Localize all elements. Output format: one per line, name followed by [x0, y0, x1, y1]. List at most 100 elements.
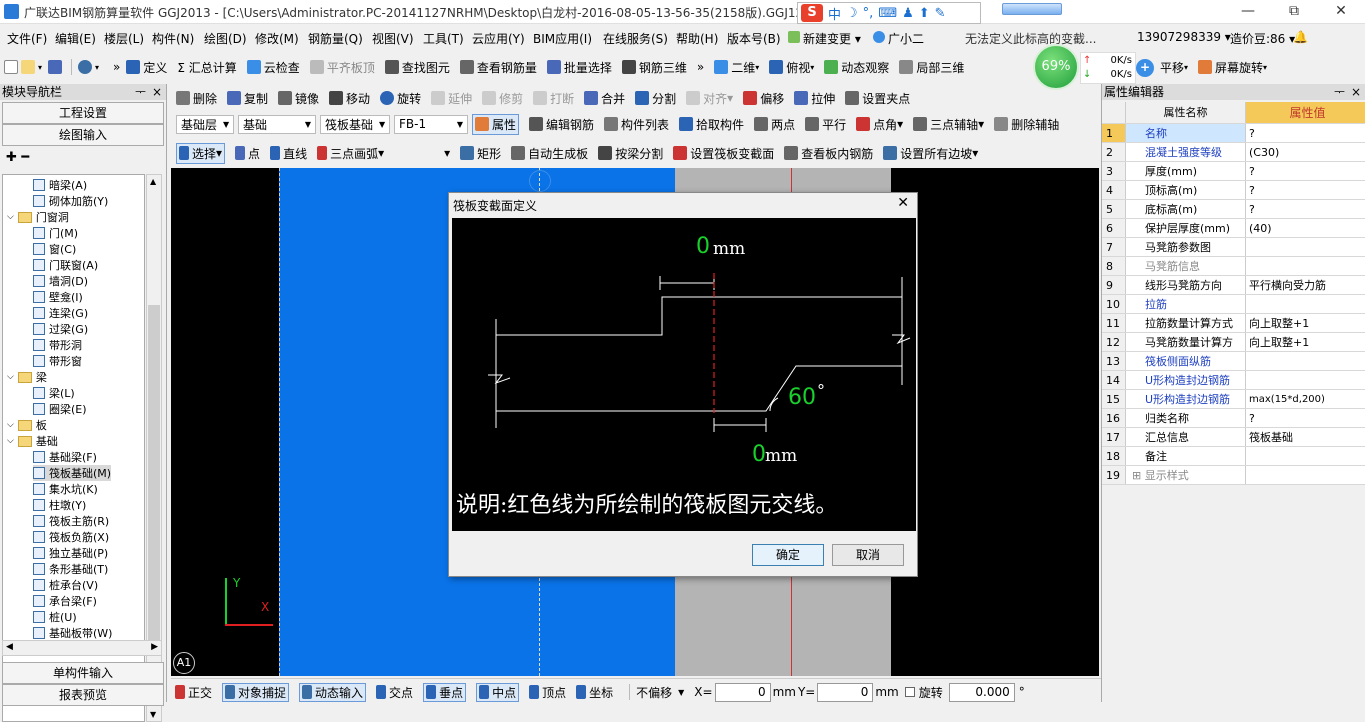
- property-value[interactable]: ?: [1246, 409, 1365, 427]
- set-raft-section-button[interactable]: 设置筏板变截面: [673, 145, 774, 162]
- stretch-button[interactable]: 拉伸: [794, 90, 835, 107]
- tree-item[interactable]: 窗(C): [33, 241, 76, 257]
- property-row[interactable]: 13 筏板侧面纵筋: [1102, 352, 1365, 371]
- wrench-icon[interactable]: ✎: [935, 6, 946, 21]
- property-value[interactable]: ?: [1246, 124, 1365, 142]
- property-row[interactable]: 17 汇总信息 筏板基础: [1102, 428, 1365, 447]
- delete-axis-button[interactable]: 删除辅轴: [994, 116, 1059, 133]
- new-file-icon[interactable]: [4, 60, 18, 74]
- tree-folder[interactable]: ⌵ 梁: [7, 369, 47, 385]
- speed-ball[interactable]: 69%: [1033, 44, 1079, 90]
- property-value[interactable]: 向上取整+1: [1246, 333, 1365, 351]
- merge-button[interactable]: 合并: [584, 90, 625, 107]
- property-row[interactable]: 2 混凝土强度等级 (C30): [1102, 143, 1365, 162]
- type-select[interactable]: 筏板基础 ▼: [320, 114, 390, 134]
- dynamic-input-toggle[interactable]: 动态输入: [299, 682, 367, 702]
- align-dropdown[interactable]: 对齐 ▾: [686, 90, 733, 107]
- rectangle-button[interactable]: 矩形: [460, 145, 501, 162]
- property-row[interactable]: 15 U形构造封边钢筋 max(15*d,200): [1102, 390, 1365, 409]
- close-button[interactable]: ✕: [1318, 0, 1364, 24]
- moon-icon[interactable]: ☽: [846, 6, 858, 21]
- tree-item[interactable]: 连梁(G): [33, 305, 88, 321]
- split-button[interactable]: 分割: [635, 90, 676, 107]
- punctuation-icon[interactable]: °,: [863, 6, 874, 21]
- ortho-toggle[interactable]: 正交: [175, 684, 212, 701]
- tree-item[interactable]: 承台梁(F): [33, 593, 97, 609]
- top-dimension-value[interactable]: 0: [696, 234, 710, 259]
- property-row[interactable]: 19 ⊞ 显示样式: [1102, 466, 1365, 485]
- tree-item[interactable]: 门联窗(A): [33, 257, 98, 273]
- break-button[interactable]: 打断: [533, 90, 574, 107]
- property-row[interactable]: 16 归类名称?: [1102, 409, 1365, 428]
- single-component-button[interactable]: 单构件输入: [2, 662, 164, 684]
- tree-item[interactable]: 暗梁(A): [33, 177, 87, 193]
- tree-item[interactable]: 独立基础(P): [33, 545, 108, 561]
- two-points-button[interactable]: 两点: [754, 116, 795, 133]
- menu-version[interactable]: 版本号(B): [727, 30, 781, 47]
- report-preview-button[interactable]: 报表预览: [2, 684, 164, 706]
- property-value[interactable]: [1246, 238, 1365, 256]
- floor-select[interactable]: 基础层 ▼: [176, 114, 234, 134]
- view-2d-dropdown[interactable]: 二维 ▾: [714, 59, 759, 76]
- angle-value[interactable]: 60: [788, 385, 816, 410]
- view-slab-rebar-button[interactable]: 查看板内钢筋: [784, 145, 873, 162]
- tree-item[interactable]: 筏板主筋(R): [33, 513, 109, 529]
- offset-button[interactable]: 偏移: [743, 90, 784, 107]
- property-value[interactable]: 平行横向受力筋: [1246, 276, 1365, 294]
- vertex-toggle[interactable]: 顶点: [529, 684, 566, 701]
- pan-dropdown[interactable]: 平移 ▾: [1160, 59, 1188, 76]
- panel-close-icon[interactable]: ×: [152, 84, 162, 100]
- ime-chinese-mode[interactable]: 中: [828, 4, 841, 23]
- menu-new-change[interactable]: 新建变更 ▾: [788, 30, 861, 47]
- notice-text[interactable]: 无法定义此标高的变截...: [965, 30, 1096, 47]
- screen-rotate-dropdown[interactable]: 屏幕旋转 ▾: [1198, 59, 1267, 76]
- menu-cloud[interactable]: 云应用(Y): [472, 30, 525, 47]
- property-value[interactable]: [1246, 257, 1365, 275]
- property-value[interactable]: ?: [1246, 162, 1365, 180]
- extend-button[interactable]: 延伸: [431, 90, 472, 107]
- menu-tools[interactable]: 工具(T): [423, 30, 464, 47]
- dynamic-observe-button[interactable]: 动态观察: [824, 59, 889, 76]
- restore-button[interactable]: ⧉: [1271, 0, 1317, 24]
- tree-item[interactable]: 门(M): [33, 225, 78, 241]
- menu-edit[interactable]: 编辑(E): [55, 30, 96, 47]
- cost-beans-dropdown[interactable]: 造价豆:86 ▾: [1230, 30, 1295, 47]
- intersection-toggle[interactable]: 交点: [376, 684, 413, 701]
- tree-item[interactable]: 柱墩(Y): [33, 497, 86, 513]
- component-select[interactable]: FB-1 ▼: [394, 114, 468, 134]
- property-value[interactable]: [1246, 466, 1365, 484]
- property-value[interactable]: [1246, 371, 1365, 389]
- property-value[interactable]: [1246, 295, 1365, 313]
- property-row[interactable]: 8 马凳筋信息: [1102, 257, 1365, 276]
- line-button[interactable]: 直线: [270, 145, 307, 162]
- property-row[interactable]: 11 拉筋数量计算方式 向上取整+1: [1102, 314, 1365, 333]
- keyboard-icon[interactable]: ⌨: [878, 6, 897, 21]
- trim-button[interactable]: 修剪: [482, 90, 523, 107]
- tree-item[interactable]: 带形洞: [33, 337, 82, 353]
- coordinate-toggle[interactable]: 坐标: [576, 684, 613, 701]
- property-row[interactable]: 3 厚度(mm)?: [1102, 162, 1365, 181]
- property-value[interactable]: 向上取整+1: [1246, 314, 1365, 332]
- object-snap-toggle[interactable]: 对象捕捉: [222, 682, 290, 702]
- tree-item[interactable]: 梁(L): [33, 385, 75, 401]
- property-row[interactable]: 9 线形马凳筋方向 平行横向受力筋: [1102, 276, 1365, 295]
- summary-calc-button[interactable]: Σ 汇总计算: [177, 59, 236, 76]
- rotate-checkbox[interactable]: [904, 687, 915, 697]
- split-by-beam-button[interactable]: 按梁分割: [598, 145, 663, 162]
- tree-item[interactable]: 砌体加筋(Y): [33, 193, 108, 209]
- tree-folder[interactable]: ⌵ 板: [7, 417, 47, 433]
- menu-file[interactable]: 文件(F): [7, 30, 47, 47]
- property-value[interactable]: max(15*d,200): [1246, 390, 1365, 408]
- menu-rebar-qty[interactable]: 钢筋量(Q): [308, 30, 363, 47]
- three-point-arc-dropdown[interactable]: 三点画弧 ▾: [317, 145, 384, 162]
- component-list-button[interactable]: 构件列表: [604, 116, 669, 133]
- properties-button[interactable]: 属性: [472, 113, 520, 135]
- bell-icon[interactable]: 🔔: [1293, 30, 1308, 44]
- view-rebar-qty-button[interactable]: 查看钢筋量: [459, 59, 537, 76]
- rotate-button[interactable]: 旋转: [380, 90, 421, 107]
- chevron-down-icon[interactable]: ⌵: [7, 212, 14, 222]
- ime-toolbar[interactable]: S 中 ☽ °, ⌨ ♟ ⬆ ✎: [797, 2, 981, 24]
- menu-bim[interactable]: BIM应用(I): [533, 30, 592, 47]
- set-grip-button[interactable]: 设置夹点: [845, 90, 910, 107]
- tree-item[interactable]: 桩(U): [33, 609, 77, 625]
